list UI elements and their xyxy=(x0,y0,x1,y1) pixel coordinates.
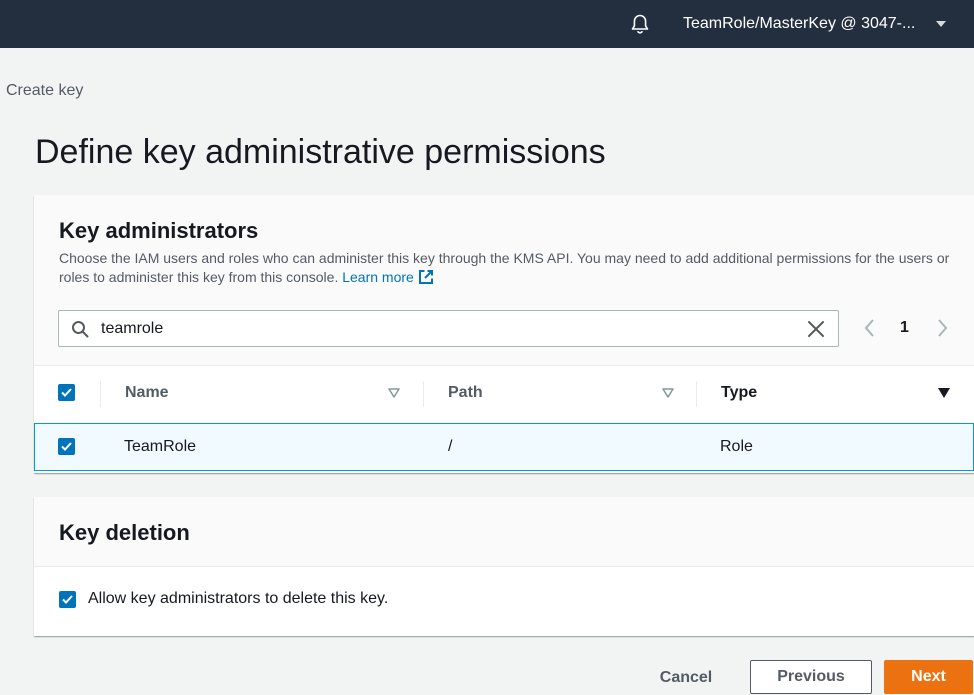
page-title: Define key administrative permissions xyxy=(35,133,606,171)
account-menu-label[interactable]: TeamRole/MasterKey @ 3047-... xyxy=(683,15,915,33)
search-icon xyxy=(72,321,89,338)
cell-type: Role xyxy=(720,438,753,455)
bell-icon[interactable] xyxy=(629,13,651,35)
caret-down-icon[interactable] xyxy=(936,21,946,27)
cell-name: TeamRole xyxy=(124,438,197,455)
allow-deletion-checkbox[interactable] xyxy=(59,591,76,608)
select-all-checkbox[interactable] xyxy=(58,384,75,401)
previous-button[interactable]: Previous xyxy=(750,660,872,694)
allow-deletion-label[interactable]: Allow key administrators to delete this … xyxy=(88,590,388,608)
check-icon xyxy=(62,595,73,604)
table-row[interactable]: TeamRole / Role xyxy=(34,423,974,471)
learn-more-label: Learn more xyxy=(342,269,414,285)
panel-header: Key deletion xyxy=(34,497,974,567)
chevron-right-icon[interactable] xyxy=(933,317,951,339)
column-divider xyxy=(423,381,424,407)
cell-path: / xyxy=(448,438,453,455)
learn-more-link[interactable]: Learn more xyxy=(342,269,434,285)
check-icon xyxy=(61,442,72,451)
cancel-button[interactable]: Cancel xyxy=(640,661,732,695)
key-administrators-panel: Key administrators Choose the IAM users … xyxy=(34,195,974,473)
external-link-icon xyxy=(418,270,433,284)
check-icon xyxy=(61,388,72,397)
column-divider xyxy=(696,381,697,407)
row-checkbox[interactable] xyxy=(58,438,75,455)
next-button[interactable]: Next xyxy=(884,660,973,694)
sort-icon[interactable] xyxy=(388,388,400,398)
column-divider xyxy=(100,381,101,407)
column-header-type[interactable]: Type xyxy=(721,384,757,402)
sort-descending-icon[interactable] xyxy=(937,387,951,399)
panel-header: Key administrators Choose the IAM users … xyxy=(34,195,974,366)
key-deletion-panel: Key deletion Allow key administrators to… xyxy=(34,497,974,636)
section-description: Choose the IAM users and roles who can a… xyxy=(59,249,959,287)
search-input[interactable]: teamrole xyxy=(58,310,839,347)
page-number[interactable]: 1 xyxy=(900,319,909,337)
search-value: teamrole xyxy=(101,320,164,337)
top-nav-bar: TeamRole/MasterKey @ 3047-... xyxy=(0,0,974,48)
column-header-path[interactable]: Path xyxy=(448,384,483,402)
close-icon[interactable] xyxy=(807,320,825,338)
sort-icon[interactable] xyxy=(662,388,674,398)
breadcrumb[interactable]: Create key xyxy=(6,82,83,100)
chevron-left-icon[interactable] xyxy=(861,317,879,339)
section-title-key-deletion: Key deletion xyxy=(59,520,190,545)
section-title-key-administrators: Key administrators xyxy=(59,218,259,243)
description-text: Choose the IAM users and roles who can a… xyxy=(59,250,950,285)
column-header-name[interactable]: Name xyxy=(125,384,169,402)
